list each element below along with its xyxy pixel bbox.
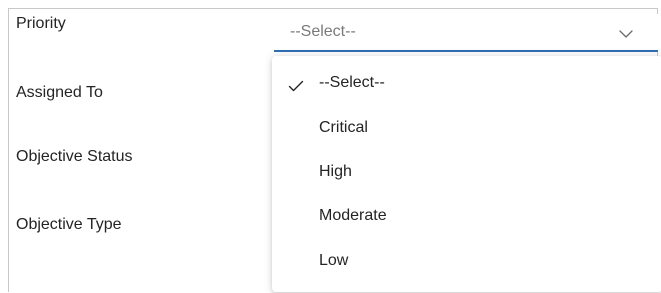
option-low[interactable]: Low bbox=[272, 243, 661, 283]
objective-type-label: Objective Type bbox=[16, 216, 122, 233]
objective-status-label: Objective Status bbox=[16, 148, 133, 165]
priority-dropdown-listbox: --Select-- Critical High Moderate Low bbox=[272, 56, 661, 292]
option-moderate[interactable]: Moderate bbox=[272, 198, 661, 238]
chevron-down-icon[interactable] bbox=[618, 27, 634, 39]
option-label: High bbox=[319, 163, 352, 180]
option-label: --Select-- bbox=[319, 74, 385, 91]
priority-label: Priority bbox=[16, 15, 66, 32]
option-label: Moderate bbox=[319, 207, 387, 224]
priority-select-value: --Select-- bbox=[290, 23, 356, 40]
option-critical[interactable]: Critical bbox=[272, 110, 661, 150]
option-select[interactable]: --Select-- bbox=[272, 65, 661, 105]
option-label: Low bbox=[319, 252, 349, 269]
option-label: Critical bbox=[319, 119, 368, 136]
option-high[interactable]: High bbox=[272, 154, 661, 194]
priority-select[interactable]: --Select-- bbox=[274, 14, 658, 52]
checkmark-icon bbox=[288, 79, 304, 92]
assigned-to-label: Assigned To bbox=[16, 84, 103, 101]
